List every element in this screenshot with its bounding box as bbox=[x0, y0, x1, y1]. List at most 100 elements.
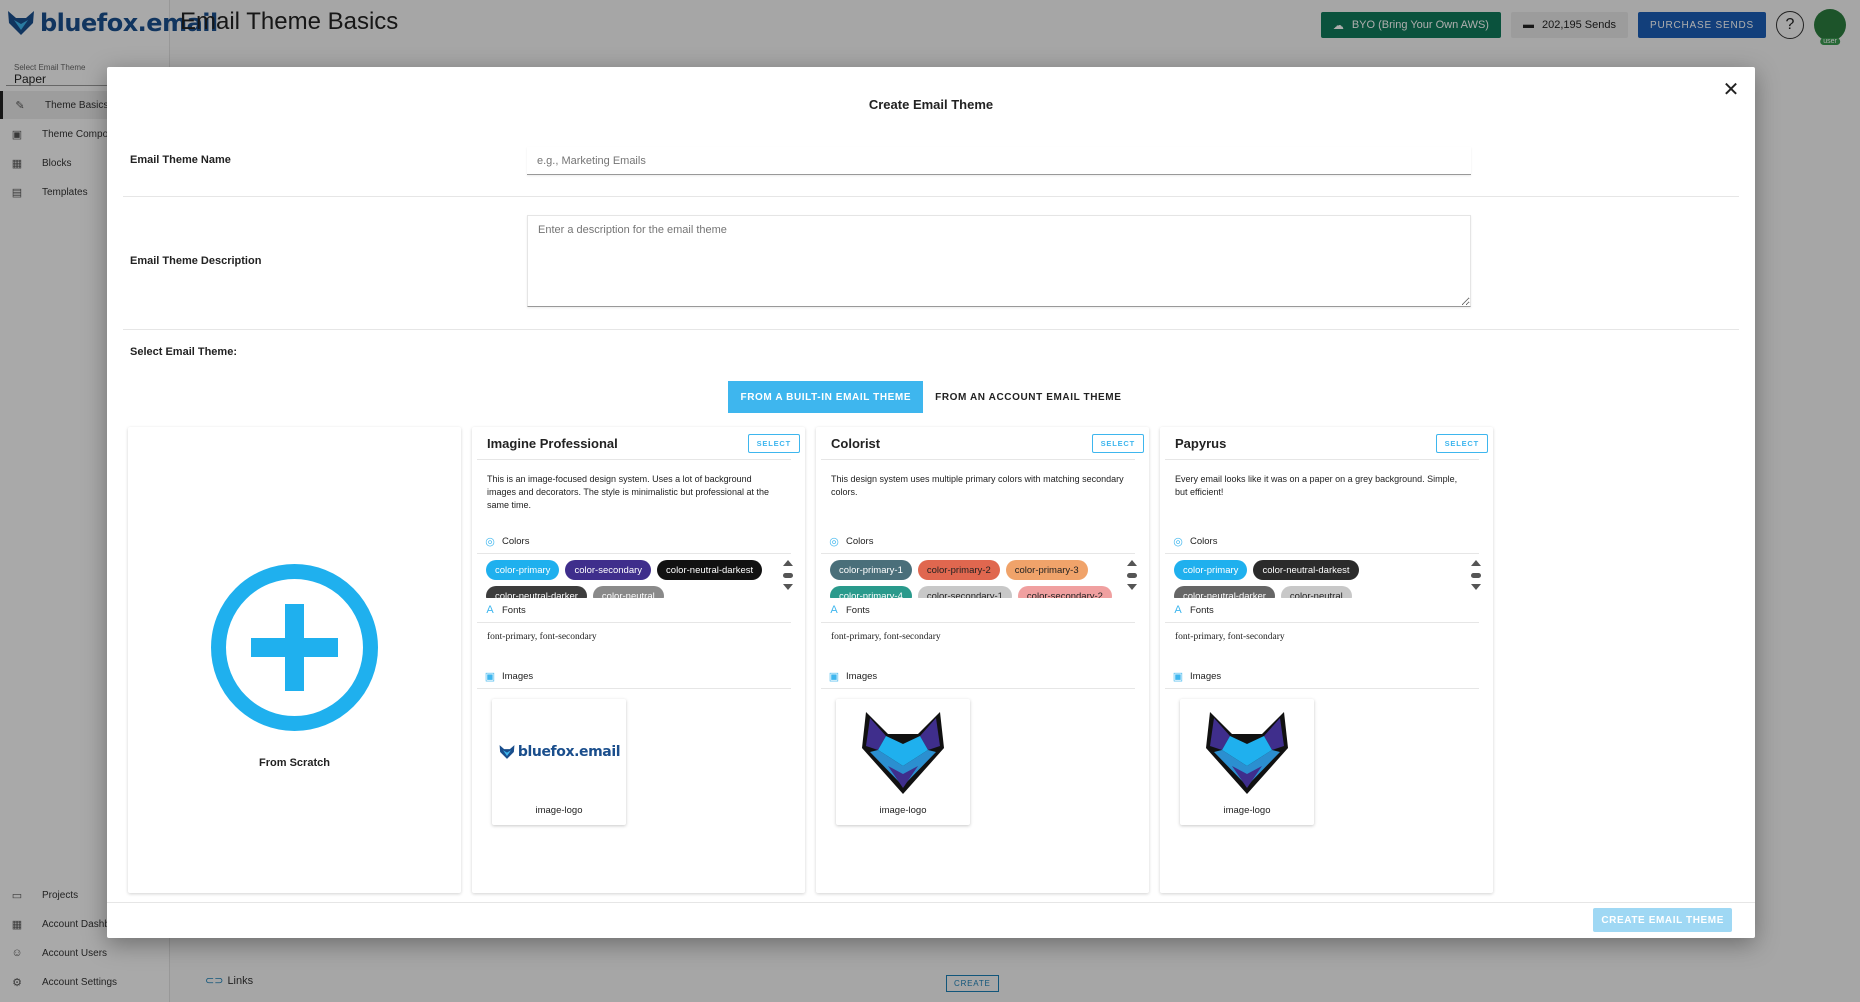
theme-source-tabs: FROM A BUILT-IN EMAIL THEME FROM AN ACCO… bbox=[107, 381, 1755, 413]
fox-logo-icon bbox=[499, 745, 515, 759]
select-theme-button[interactable]: SELECT bbox=[1435, 434, 1488, 453]
palette-icon: ◎ bbox=[1173, 535, 1183, 548]
theme-fonts: font-primary, font-secondary bbox=[1175, 632, 1285, 642]
chip-scroll-control[interactable] bbox=[1127, 560, 1137, 590]
divider bbox=[821, 553, 1135, 554]
theme-description-input[interactable] bbox=[527, 215, 1471, 307]
from-scratch-label: From Scratch bbox=[259, 757, 330, 769]
image-thumbnail-card[interactable]: image-logo bbox=[1180, 699, 1314, 825]
divider bbox=[123, 196, 1739, 197]
images-label: Images bbox=[502, 670, 534, 682]
fonts-section-header: A Fonts bbox=[828, 604, 870, 616]
theme-name-label: Email Theme Name bbox=[130, 154, 231, 166]
palette-icon: ◎ bbox=[485, 535, 495, 548]
image-thumbnail-card[interactable]: image-logo bbox=[836, 699, 970, 825]
tab-account-theme[interactable]: FROM AN ACCOUNT EMAIL THEME bbox=[923, 381, 1133, 413]
color-chip: color-primary-4 bbox=[830, 586, 912, 598]
font-icon: A bbox=[830, 604, 838, 616]
scroll-down-icon[interactable] bbox=[1127, 584, 1137, 590]
theme-fonts: font-primary, font-secondary bbox=[831, 632, 941, 642]
scroll-thumb[interactable] bbox=[783, 572, 793, 578]
theme-card-colorist: Colorist SELECT This design system uses … bbox=[816, 427, 1149, 893]
dialog-title: Create Email Theme bbox=[868, 97, 994, 112]
scroll-up-icon[interactable] bbox=[783, 560, 793, 566]
theme-card-title: Colorist bbox=[831, 436, 881, 451]
theme-card-description: This is an image-focused design system. … bbox=[487, 474, 769, 511]
theme-card-description: This design system uses multiple primary… bbox=[831, 474, 1124, 498]
chip-scroll-control[interactable] bbox=[1471, 560, 1481, 590]
create-email-theme-button[interactable]: CREATE EMAIL THEME bbox=[1593, 908, 1732, 932]
color-chip-list: color-primary color-neutral-darkest colo… bbox=[1174, 560, 1462, 598]
create-email-theme-dialog: Create Email Theme ✕ Email Theme Name Em… bbox=[107, 67, 1755, 938]
color-chip: color-primary bbox=[486, 560, 560, 580]
from-scratch-card[interactable]: From Scratch bbox=[128, 427, 461, 893]
theme-description-label: Email Theme Description bbox=[130, 255, 262, 267]
fox-head-icon bbox=[862, 712, 944, 794]
bluefox-wordmark: bluefox.email bbox=[498, 744, 621, 760]
theme-card-title: Papyrus bbox=[1175, 436, 1227, 451]
images-section-header: ▣ Images bbox=[828, 670, 878, 683]
select-theme-button[interactable]: SELECT bbox=[747, 434, 800, 453]
colors-section-header: ◎ Colors bbox=[1172, 535, 1217, 548]
colors-label: Colors bbox=[846, 535, 874, 547]
fonts-label: Fonts bbox=[846, 604, 870, 616]
scroll-up-icon[interactable] bbox=[1471, 560, 1481, 566]
theme-card-papyrus: Papyrus SELECT Every email looks like it… bbox=[1160, 427, 1493, 893]
tab-built-in-theme[interactable]: FROM A BUILT-IN EMAIL THEME bbox=[728, 381, 924, 413]
divider bbox=[123, 329, 1739, 330]
scroll-down-icon[interactable] bbox=[1471, 584, 1481, 590]
divider bbox=[107, 902, 1755, 903]
close-icon[interactable]: ✕ bbox=[1719, 77, 1743, 101]
image-thumbnail bbox=[836, 707, 970, 797]
image-thumbnail-card[interactable]: bluefox.email image-logo bbox=[492, 699, 626, 825]
fonts-label: Fonts bbox=[502, 604, 526, 616]
font-icon: A bbox=[486, 604, 494, 616]
images-label: Images bbox=[846, 670, 878, 682]
theme-name-input[interactable] bbox=[527, 147, 1471, 175]
scroll-thumb[interactable] bbox=[1471, 572, 1481, 578]
color-chip-list: color-primary-1 color-primary-2 color-pr… bbox=[830, 560, 1118, 598]
image-thumbnail: bluefox.email bbox=[492, 707, 626, 797]
image-caption: image-logo bbox=[879, 805, 927, 816]
scroll-thumb[interactable] bbox=[1127, 572, 1137, 578]
divider bbox=[1165, 459, 1479, 460]
chip-scroll-control[interactable] bbox=[783, 560, 793, 590]
theme-card-title: Imagine Professional bbox=[487, 436, 618, 451]
font-icon: A bbox=[1174, 604, 1182, 616]
divider bbox=[1165, 553, 1479, 554]
color-chip: color-neutral bbox=[592, 586, 664, 598]
divider bbox=[477, 459, 791, 460]
images-label: Images bbox=[1190, 670, 1222, 682]
divider bbox=[1165, 688, 1479, 689]
fonts-label: Fonts bbox=[1190, 604, 1214, 616]
color-chip: color-neutral bbox=[1280, 586, 1352, 598]
divider bbox=[477, 553, 791, 554]
image-caption: image-logo bbox=[535, 805, 583, 816]
color-chip: color-neutral-darker bbox=[486, 586, 587, 598]
fonts-section-header: A Fonts bbox=[1172, 604, 1214, 616]
select-theme-button[interactable]: SELECT bbox=[1091, 434, 1144, 453]
divider bbox=[477, 622, 791, 623]
color-chip-list: color-primary color-secondary color-neut… bbox=[486, 560, 774, 598]
palette-icon: ◎ bbox=[829, 535, 839, 548]
image-caption: image-logo bbox=[1223, 805, 1271, 816]
add-circle-icon bbox=[211, 564, 378, 731]
color-chip: color-primary-1 bbox=[830, 560, 912, 580]
color-chip: color-primary-2 bbox=[917, 560, 1000, 580]
fox-head-icon bbox=[1206, 712, 1288, 794]
images-section-header: ▣ Images bbox=[484, 670, 534, 683]
color-chip: color-neutral-darkest bbox=[657, 560, 763, 580]
colors-section-header: ◎ Colors bbox=[828, 535, 874, 548]
scroll-down-icon[interactable] bbox=[783, 584, 793, 590]
select-theme-label: Select Email Theme: bbox=[130, 346, 237, 358]
colors-label: Colors bbox=[502, 535, 530, 547]
bluefox-wordmark-text: bluefox.email bbox=[517, 744, 621, 760]
color-chip: color-neutral-darkest bbox=[1253, 560, 1359, 580]
color-chip: color-primary bbox=[1174, 560, 1248, 580]
color-chip: color-secondary-2 bbox=[1017, 586, 1112, 598]
theme-card-description: Every email looks like it was on a paper… bbox=[1175, 474, 1458, 498]
color-chip: color-secondary-1 bbox=[917, 586, 1012, 598]
scroll-up-icon[interactable] bbox=[1127, 560, 1137, 566]
divider bbox=[821, 688, 1135, 689]
image-icon: ▣ bbox=[1172, 670, 1184, 683]
